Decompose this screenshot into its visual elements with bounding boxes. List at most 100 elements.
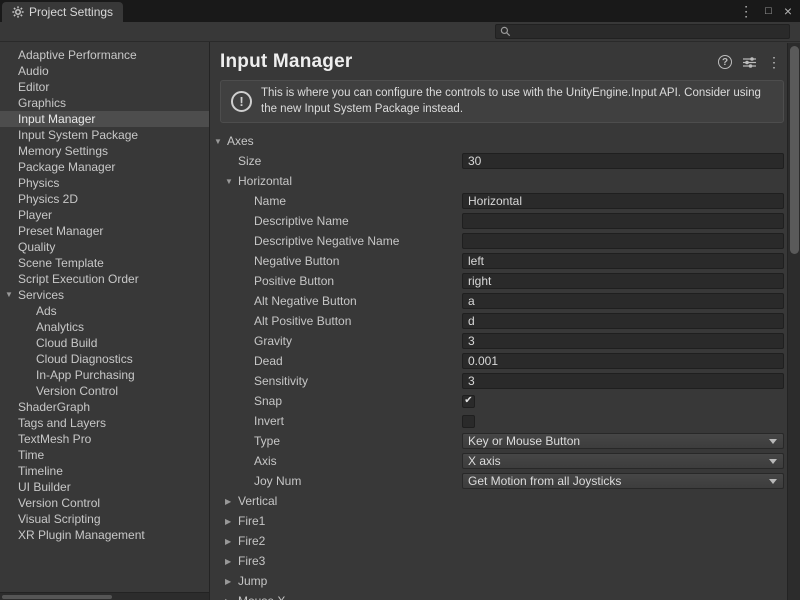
sidebar-item-adaptive-performance[interactable]: Adaptive Performance — [0, 47, 209, 63]
search-input[interactable] — [515, 26, 785, 38]
page-title: Input Manager — [220, 51, 352, 73]
name-field[interactable] — [462, 193, 784, 209]
prop-row-axis: Axis X axis — [210, 451, 784, 471]
tab-project-settings[interactable]: Project Settings — [2, 2, 123, 22]
sidebar-item-player[interactable]: Player — [0, 207, 209, 223]
window-menu-icon[interactable]: ⋮ — [739, 4, 753, 18]
help-box-text: This is where you can configure the cont… — [261, 86, 773, 117]
foldout-closed-icon: ▶ — [225, 577, 238, 586]
settings-sidebar: Adaptive Performance Audio Editor Graphi… — [0, 42, 210, 600]
sidebar-item-graphics[interactable]: Graphics — [0, 95, 209, 111]
close-icon[interactable]: × — [784, 4, 792, 18]
main-vertical-scrollbar[interactable] — [787, 43, 800, 600]
presets-icon[interactable] — [743, 57, 756, 68]
invert-checkbox[interactable] — [462, 415, 475, 428]
input-manager-panel: Input Manager ? ⋮ — [210, 42, 800, 600]
help-box: ! This is where you can configure the co… — [220, 80, 784, 123]
tab-title: Project Settings — [29, 5, 113, 19]
sidebar-item-ui-builder[interactable]: UI Builder — [0, 479, 209, 495]
joy-num-dropdown[interactable]: Get Motion from all Joysticks — [462, 473, 784, 489]
sidebar-item-analytics[interactable]: Analytics — [0, 319, 209, 335]
sidebar-item-physics[interactable]: Physics — [0, 175, 209, 191]
foldout-mouse-x[interactable]: ▶ Mouse X — [210, 591, 784, 600]
sidebar-item-input-manager[interactable]: Input Manager — [0, 111, 209, 127]
sidebar-item-shadergraph[interactable]: ShaderGraph — [0, 399, 209, 415]
sidebar-item-physics-2d[interactable]: Physics 2D — [0, 191, 209, 207]
sidebar-item-input-system-package[interactable]: Input System Package — [0, 127, 209, 143]
sidebar-item-audio[interactable]: Audio — [0, 63, 209, 79]
sidebar-horizontal-scrollbar-thumb[interactable] — [2, 595, 112, 599]
window-controls: ⋮ □ × — [739, 0, 792, 22]
prop-row-alt-positive-button: Alt Positive Button — [210, 311, 784, 331]
dead-field[interactable] — [462, 353, 784, 369]
prop-row-positive-button: Positive Button — [210, 271, 784, 291]
main-vertical-scrollbar-thumb[interactable] — [790, 46, 799, 254]
panel-header-icons: ? ⋮ — [718, 55, 781, 69]
foldout-axes[interactable]: ▼ Axes — [210, 131, 784, 151]
gear-icon — [12, 6, 24, 18]
foldout-horizontal[interactable]: ▼ Horizontal — [210, 171, 784, 191]
foldout-open-icon: ▼ — [225, 177, 238, 186]
sidebar-item-tags-and-layers[interactable]: Tags and Layers — [0, 415, 209, 431]
sidebar-item-ads[interactable]: Ads — [0, 303, 209, 319]
dropdown-arrow-icon — [769, 479, 777, 484]
sensitivity-field[interactable] — [462, 373, 784, 389]
maximize-icon[interactable]: □ — [765, 6, 772, 17]
sidebar-item-in-app-purchasing[interactable]: In-App Purchasing — [0, 367, 209, 383]
prop-row-descriptive-name: Descriptive Name — [210, 211, 784, 231]
prop-row-gravity: Gravity — [210, 331, 784, 351]
settings-toolbar — [0, 22, 800, 42]
sidebar-item-services[interactable]: ▼ Services — [0, 287, 209, 303]
foldout-fire2[interactable]: ▶ Fire2 — [210, 531, 784, 551]
sidebar-item-cloud-build[interactable]: Cloud Build — [0, 335, 209, 351]
property-list: ▼ Axes Size ▼ Horizontal Name Descriptiv… — [210, 131, 787, 600]
size-field[interactable] — [462, 153, 784, 169]
prop-row-negative-button: Negative Button — [210, 251, 784, 271]
prop-row-name: Name — [210, 191, 784, 211]
project-settings-window: Project Settings ⋮ □ × Adaptive Performa… — [0, 0, 800, 600]
positive-button-field[interactable] — [462, 273, 784, 289]
foldout-open-icon: ▼ — [214, 137, 227, 146]
alt-positive-button-field[interactable] — [462, 313, 784, 329]
descriptive-name-field[interactable] — [462, 213, 784, 229]
sidebar-item-services-version-control[interactable]: Version Control — [0, 383, 209, 399]
sidebar-item-version-control[interactable]: Version Control — [0, 495, 209, 511]
sidebar-item-quality[interactable]: Quality — [0, 239, 209, 255]
dropdown-arrow-icon — [769, 439, 777, 444]
prop-row-dead: Dead — [210, 351, 784, 371]
sidebar-item-script-execution-order[interactable]: Script Execution Order — [0, 271, 209, 287]
help-icon[interactable]: ? — [718, 55, 732, 69]
sidebar-item-xr-plugin-management[interactable]: XR Plugin Management — [0, 527, 209, 543]
sidebar-item-memory-settings[interactable]: Memory Settings — [0, 143, 209, 159]
prop-row-alt-negative-button: Alt Negative Button — [210, 291, 784, 311]
foldout-jump[interactable]: ▶ Jump — [210, 571, 784, 591]
snap-checkbox[interactable] — [462, 395, 475, 408]
sidebar-item-time[interactable]: Time — [0, 447, 209, 463]
search-icon — [500, 26, 511, 37]
sidebar-horizontal-scrollbar[interactable] — [0, 592, 209, 600]
sidebar-item-timeline[interactable]: Timeline — [0, 463, 209, 479]
prop-row-invert: Invert — [210, 411, 784, 431]
sidebar-item-visual-scripting[interactable]: Visual Scripting — [0, 511, 209, 527]
axis-dropdown[interactable]: X axis — [462, 453, 784, 469]
sidebar-item-cloud-diagnostics[interactable]: Cloud Diagnostics — [0, 351, 209, 367]
panel-menu-icon[interactable]: ⋮ — [767, 55, 781, 69]
type-dropdown[interactable]: Key or Mouse Button — [462, 433, 784, 449]
gravity-field[interactable] — [462, 333, 784, 349]
prop-row-joy-num: Joy Num Get Motion from all Joysticks — [210, 471, 784, 491]
prop-row-size: Size — [210, 151, 784, 171]
foldout-vertical[interactable]: ▶ Vertical — [210, 491, 784, 511]
sidebar-item-scene-template[interactable]: Scene Template — [0, 255, 209, 271]
sidebar-item-preset-manager[interactable]: Preset Manager — [0, 223, 209, 239]
alt-negative-button-field[interactable] — [462, 293, 784, 309]
sidebar-item-editor[interactable]: Editor — [0, 79, 209, 95]
foldout-fire1[interactable]: ▶ Fire1 — [210, 511, 784, 531]
negative-button-field[interactable] — [462, 253, 784, 269]
foldout-fire3[interactable]: ▶ Fire3 — [210, 551, 784, 571]
search-box[interactable] — [495, 24, 790, 39]
prop-row-sensitivity: Sensitivity — [210, 371, 784, 391]
sidebar-item-package-manager[interactable]: Package Manager — [0, 159, 209, 175]
descriptive-negative-name-field[interactable] — [462, 233, 784, 249]
sidebar-item-textmesh-pro[interactable]: TextMesh Pro — [0, 431, 209, 447]
dropdown-arrow-icon — [769, 459, 777, 464]
